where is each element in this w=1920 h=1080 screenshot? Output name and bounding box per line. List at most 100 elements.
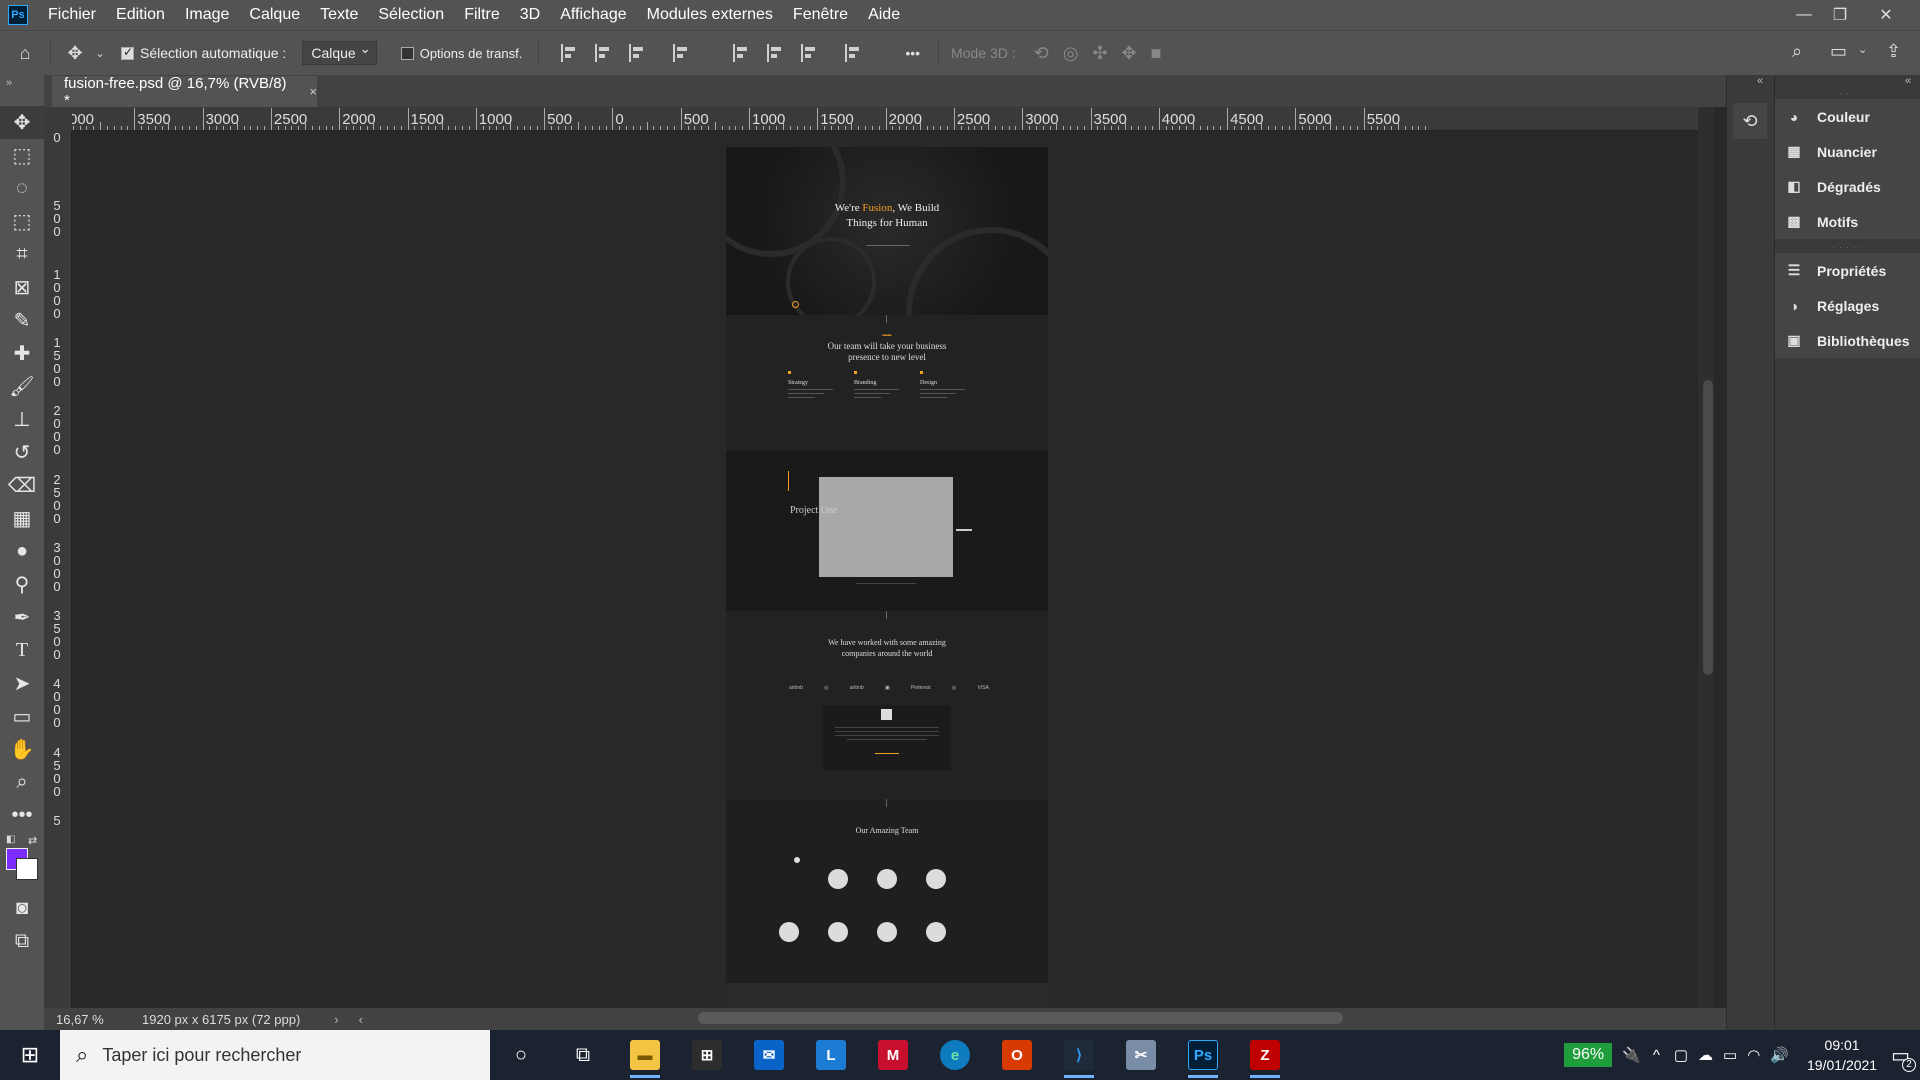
panel-motifs[interactable]: ▩ Motifs [1775,204,1920,239]
panel-nuancier[interactable]: ▦ Nuancier [1775,134,1920,169]
clock[interactable]: 09:01 19/01/2021 [1807,1035,1877,1075]
lasso-tool-icon[interactable]: ◌ [0,172,44,205]
horizontal-scroll-thumb[interactable] [698,1012,1343,1024]
menu-aide[interactable]: Aide [858,0,910,30]
home-icon[interactable]: ⌂ [0,43,50,64]
mcafee-icon[interactable]: M [862,1030,924,1080]
battery-icon[interactable]: ▭ [1723,1046,1737,1064]
dodge-tool-icon[interactable]: ⚲ [0,568,44,601]
filezilla-icon[interactable]: Z [1234,1030,1296,1080]
path-selection-tool-icon[interactable]: ➤ [0,667,44,700]
menu-edition[interactable]: Edition [106,0,175,30]
photoshop-taskbar-icon[interactable]: Ps [1172,1030,1234,1080]
onedrive-icon[interactable]: ☁ [1698,1046,1713,1064]
share-icon[interactable]: ⇪ [1886,41,1901,62]
menu-3d[interactable]: 3D [510,0,550,30]
menu-modules-externes[interactable]: Modules externes [637,0,783,30]
marquee-tool-icon[interactable]: ⬚ [0,139,44,172]
document-canvas[interactable]: We're Fusion, We Build Things for Human … [726,147,1048,1008]
vertical-scroll-thumb[interactable] [1703,380,1713,675]
notifications-icon[interactable]: ▭ 2 [1891,1043,1916,1072]
workspace-dropdown-icon[interactable]: ⌄ [1858,43,1867,56]
more-options-icon[interactable]: ••• [905,45,920,61]
wifi-icon[interactable]: ◠ [1747,1046,1760,1064]
hand-tool-icon[interactable]: ✋ [0,733,44,766]
workspace-icon[interactable]: ▭ [1830,41,1847,62]
close-window-button[interactable]: ✕ [1868,0,1904,30]
frame-tool-icon[interactable]: ⊠ [0,271,44,304]
auto-select-option[interactable]: Sélection automatique : [121,45,286,61]
collapse-dock-icon[interactable]: « [1757,75,1763,87]
edit-toolbar-icon[interactable]: ••• [0,799,44,832]
cortana-icon[interactable]: ○ [490,1030,552,1080]
menu-calque[interactable]: Calque [239,0,310,30]
start-button[interactable]: ⊞ [0,1030,60,1080]
office-icon[interactable]: O [986,1030,1048,1080]
panel-group-handle[interactable]: · · · · · [1775,89,1920,98]
rectangle-tool-icon[interactable]: ▭ [0,700,44,733]
panel-couleur[interactable]: ◕ Couleur [1775,99,1920,134]
brush-tool-icon[interactable]: 🖌 [0,370,44,403]
task-view-icon[interactable]: ⧉ [552,1030,614,1080]
distribute-h-icon[interactable] [673,44,691,62]
history-brush-tool-icon[interactable]: ↺ [0,436,44,469]
vscode-icon[interactable]: ⟩ [1048,1030,1110,1080]
background-color-swatch[interactable] [16,858,38,880]
layer-select-dropdown[interactable]: Calque [302,41,377,65]
taskbar-search[interactable]: ⌕ Taper ici pour rechercher [60,1030,490,1080]
collapse-panels-icon[interactable]: « [1905,75,1911,87]
vertical-ruler[interactable]: 0 5 0 0 1 0 0 0 1 5 0 0 2 0 0 0 2 5 0 0 3 0 0 … [44,131,72,1008]
search-icon[interactable]: ⌕ [1792,41,1802,62]
panel-bibliotheques[interactable]: ▣ Bibliothèques [1775,323,1920,358]
screen-mode-icon[interactable]: ⧉ [0,925,44,958]
menu-fenetre[interactable]: Fenêtre [783,0,858,30]
menu-affichage[interactable]: Affichage [550,0,636,30]
auto-select-checkbox[interactable] [121,45,134,60]
transform-controls-checkbox[interactable] [400,46,414,60]
panel-reglages[interactable]: ◑ Réglages [1775,288,1920,323]
zoom-tool-icon[interactable]: ⌕ [0,766,44,799]
scroll-left-icon[interactable]: ‹ [359,1012,363,1027]
align-middle-v-icon[interactable] [767,44,785,62]
align-right-icon[interactable] [629,44,647,62]
blur-tool-icon[interactable]: ● [0,535,44,568]
move-tool-icon[interactable]: ✥ [57,43,93,64]
panel-degrades[interactable]: ◧ Dégradés [1775,169,1920,204]
panel-group-handle[interactable]: · · · · · [1775,243,1920,252]
panel-proprietes[interactable]: ☰ Propriétés [1775,253,1920,288]
move-tool-icon[interactable]: ✥ [0,106,44,139]
document-tab[interactable]: fusion-free.psd @ 16,7% (RVB/8) * × [52,75,317,109]
store-icon[interactable]: ⊞ [676,1030,738,1080]
scale-3d-icon[interactable]: ■ [1151,43,1162,64]
collapse-panel-icon[interactable]: » [6,77,12,89]
eraser-tool-icon[interactable]: ⌫ [0,469,44,502]
pan-3d-icon[interactable]: ✣ [1092,43,1107,64]
align-center-h-icon[interactable] [595,44,613,62]
orbit-3d-icon[interactable]: ⟲ [1034,43,1049,64]
battery-status[interactable]: 96% [1564,1043,1613,1067]
lync-icon[interactable]: L [800,1030,862,1080]
horizontal-ruler[interactable]: 0003500300025002000150010005000500100015… [72,107,1698,131]
status-expand-icon[interactable]: › [334,1012,338,1027]
align-left-icon[interactable] [561,44,579,62]
healing-brush-tool-icon[interactable]: ✚ [0,337,44,370]
object-selection-tool-icon[interactable]: ⬚ [0,205,44,238]
power-icon[interactable]: 🔌 [1622,1046,1641,1064]
ruler-origin[interactable] [44,107,72,131]
restore-button[interactable]: ❐ [1822,0,1858,30]
slide-3d-icon[interactable]: ✥ [1122,43,1137,64]
quick-mask-icon[interactable]: ◙ [0,892,44,925]
crop-tool-icon[interactable]: ⌗ [0,238,44,271]
menu-filtre[interactable]: Filtre [454,0,510,30]
distribute-v-icon[interactable] [845,44,863,62]
swap-colors-icon[interactable]: ⇄ [28,834,37,847]
menu-selection[interactable]: Sélection [368,0,454,30]
mail-icon[interactable]: ✉ [738,1030,800,1080]
zoom-level[interactable]: 16,67 % [56,1012,140,1027]
edge-icon[interactable]: e [924,1030,986,1080]
history-panel-icon[interactable]: ⟲ [1733,103,1767,139]
type-tool-icon[interactable]: T [0,634,44,667]
gradient-tool-icon[interactable]: ▦ [0,502,44,535]
clone-stamp-tool-icon[interactable]: ⊥ [0,403,44,436]
menu-texte[interactable]: Texte [310,0,368,30]
